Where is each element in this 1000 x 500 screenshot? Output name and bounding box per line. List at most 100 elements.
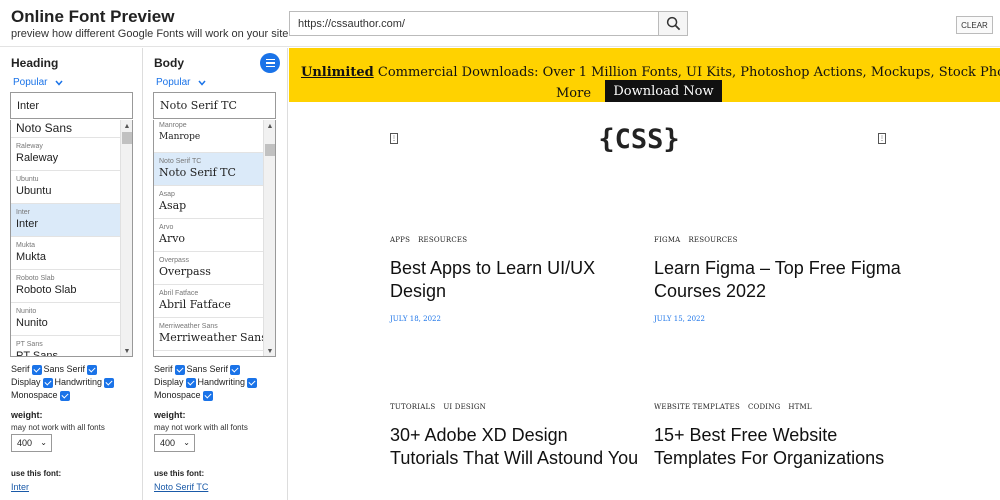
font-list-item[interactable]: Manrope Manrope xyxy=(154,120,275,153)
post-title[interactable]: Best Apps to Learn UI/UX Design xyxy=(390,257,640,303)
category-checkbox[interactable]: Handwriting xyxy=(55,376,115,389)
scroll-up-icon[interactable]: ▲ xyxy=(121,120,132,132)
scroll-down-icon[interactable]: ▼ xyxy=(121,345,132,356)
promo-link[interactable]: Unlimited xyxy=(301,65,374,80)
checkbox-checked-icon[interactable] xyxy=(87,364,98,375)
category-link[interactable]: WEBSITE TEMPLATES xyxy=(654,403,740,411)
scrollbar[interactable]: ▲ ▼ xyxy=(263,120,275,356)
category-checkbox[interactable]: Display xyxy=(11,376,53,389)
font-preview-name: Roboto Slab xyxy=(16,284,77,296)
checkbox-checked-icon[interactable] xyxy=(59,390,70,401)
category-link[interactable]: FIGMA xyxy=(654,236,680,244)
font-preview-name: PT Sans xyxy=(16,350,58,357)
font-search-input[interactable] xyxy=(153,92,276,119)
checkbox-label: Monospace xyxy=(154,390,201,400)
heading-panel: Heading Popular Noto Sans Raleway Raleway U… xyxy=(0,48,143,500)
font-list-item[interactable]: Noto Serif TC Noto Serif TC xyxy=(154,153,275,186)
font-preview-name: Abril Fatface xyxy=(159,298,231,311)
checkbox-checked-icon[interactable] xyxy=(185,377,196,388)
font-list[interactable]: Noto Sans Raleway Raleway Ubuntu Ubuntu Inter… xyxy=(10,120,133,357)
font-list-item[interactable]: PT Sans PT Sans xyxy=(11,336,132,357)
checkbox-checked-icon[interactable] xyxy=(42,377,53,388)
weight-select[interactable]: 400 ⌄ xyxy=(11,434,52,452)
scroll-up-icon[interactable]: ▲ xyxy=(264,120,275,132)
url-input[interactable] xyxy=(289,11,659,36)
weight-value: 400 xyxy=(160,438,176,448)
scroll-thumb[interactable] xyxy=(265,144,275,156)
url-search-button[interactable] xyxy=(658,11,688,36)
popular-filter[interactable]: Popular xyxy=(156,77,207,88)
use-font-link[interactable]: Inter xyxy=(11,482,29,492)
category-link[interactable]: RESOURCES xyxy=(688,236,737,244)
category-checkbox[interactable]: Monospace xyxy=(11,389,70,402)
popular-filter[interactable]: Popular xyxy=(13,77,64,88)
font-list-item[interactable]: Inter Inter xyxy=(11,204,132,237)
download-now-button[interactable]: Download Now xyxy=(605,80,722,102)
font-list-item[interactable]: Arvo Arvo xyxy=(154,219,275,252)
checkbox-checked-icon[interactable] xyxy=(31,364,42,375)
post-title[interactable]: Learn Figma – Top Free Figma Courses 202… xyxy=(654,257,904,303)
post-date: JULY 18, 2022 xyxy=(390,315,441,323)
category-checkbox[interactable]: Serif xyxy=(154,363,185,376)
font-list-item[interactable]: Merriweather Sans Merriweather Sans xyxy=(154,318,275,351)
font-search-input[interactable] xyxy=(10,92,133,119)
category-checkbox[interactable]: Sans Serif xyxy=(44,363,98,376)
checkbox-checked-icon[interactable] xyxy=(104,377,115,388)
post-categories: APPS RESOURCES xyxy=(390,236,640,244)
font-name-small: Noto Serif TC xyxy=(159,158,202,165)
post-title[interactable]: 15+ Best Free Website Templates For Orga… xyxy=(654,424,904,470)
weight-value: 400 xyxy=(17,438,33,448)
font-list-item[interactable]: Noto Serif JPNoto Serif JP xyxy=(154,351,275,356)
category-checkbox[interactable]: Monospace xyxy=(154,389,213,402)
category-checkbox[interactable]: Serif xyxy=(11,363,42,376)
font-list-item[interactable]: Ubuntu Ubuntu xyxy=(11,171,132,204)
font-preview-name: Arvo xyxy=(159,232,186,245)
search-icon[interactable]: ⋮ xyxy=(878,133,886,144)
checkbox-checked-icon[interactable] xyxy=(230,364,241,375)
category-link[interactable]: APPS xyxy=(390,236,410,244)
checkbox-checked-icon[interactable] xyxy=(202,390,213,401)
category-link[interactable]: CODING xyxy=(748,403,780,411)
scrollbar[interactable]: ▲ ▼ xyxy=(120,120,132,356)
category-link[interactable]: HTML xyxy=(788,403,811,411)
category-checkbox[interactable]: Handwriting xyxy=(198,376,258,389)
font-list-item[interactable]: Asap Asap xyxy=(154,186,275,219)
checkbox-checked-icon[interactable] xyxy=(174,364,185,375)
checkbox-label: Monospace xyxy=(11,390,58,400)
scroll-thumb[interactable] xyxy=(122,132,132,144)
font-list-item[interactable]: Nunito Nunito xyxy=(11,303,132,336)
font-name-small: Ubuntu xyxy=(16,176,39,183)
menu-button[interactable] xyxy=(260,53,280,73)
font-list-item[interactable]: Roboto Slab Roboto Slab xyxy=(11,270,132,303)
weight-select[interactable]: 400 ⌄ xyxy=(154,434,195,452)
chevron-down-icon: ⌄ xyxy=(40,438,47,447)
font-list-item[interactable]: Overpass Overpass xyxy=(154,252,275,285)
site-preview[interactable]: Unlimited Commercial Downloads: Over 1 M… xyxy=(289,48,1000,500)
category-link[interactable]: RESOURCES xyxy=(418,236,467,244)
scroll-down-icon[interactable]: ▼ xyxy=(264,345,275,356)
menu-icon[interactable]: ⋮ xyxy=(390,133,398,144)
post-card: FIGMA RESOURCES Learn Figma – Top Free Fig… xyxy=(654,236,904,323)
font-list-item[interactable]: Raleway Raleway xyxy=(11,138,132,171)
app-subtitle: preview how different Google Fonts will … xyxy=(11,28,289,40)
panel-title: Body xyxy=(154,56,184,70)
font-list-item[interactable]: Mukta Mukta xyxy=(11,237,132,270)
category-checkbox[interactable]: Display xyxy=(154,376,196,389)
use-font-link[interactable]: Noto Serif TC xyxy=(154,482,208,492)
font-preview-name: Manrope xyxy=(159,132,201,142)
font-preview-name: Mukta xyxy=(16,251,46,263)
font-name-small: Roboto Slab xyxy=(16,275,55,282)
category-checkbox[interactable]: Sans Serif xyxy=(187,363,241,376)
post-card: WEBSITE TEMPLATES CODING HTML 15+ Best Free… xyxy=(654,403,904,470)
checkbox-checked-icon[interactable] xyxy=(247,377,258,388)
post-title[interactable]: 30+ Adobe XD Design Tutorials That Will … xyxy=(390,424,640,470)
post-categories: TUTORIALS UI DESIGN xyxy=(390,403,640,411)
font-list[interactable]: Manrope Manrope Noto Serif TC Noto Serif TC… xyxy=(153,120,276,357)
site-logo[interactable]: {CSS} xyxy=(597,121,681,157)
font-list-item[interactable]: Noto Sans xyxy=(11,120,132,138)
filter-label: Popular xyxy=(13,77,48,88)
category-link[interactable]: TUTORIALS xyxy=(390,403,435,411)
clear-button[interactable]: CLEAR xyxy=(956,16,993,34)
font-list-item[interactable]: Abril Fatface Abril Fatface xyxy=(154,285,275,318)
category-link[interactable]: UI DESIGN xyxy=(443,403,486,411)
